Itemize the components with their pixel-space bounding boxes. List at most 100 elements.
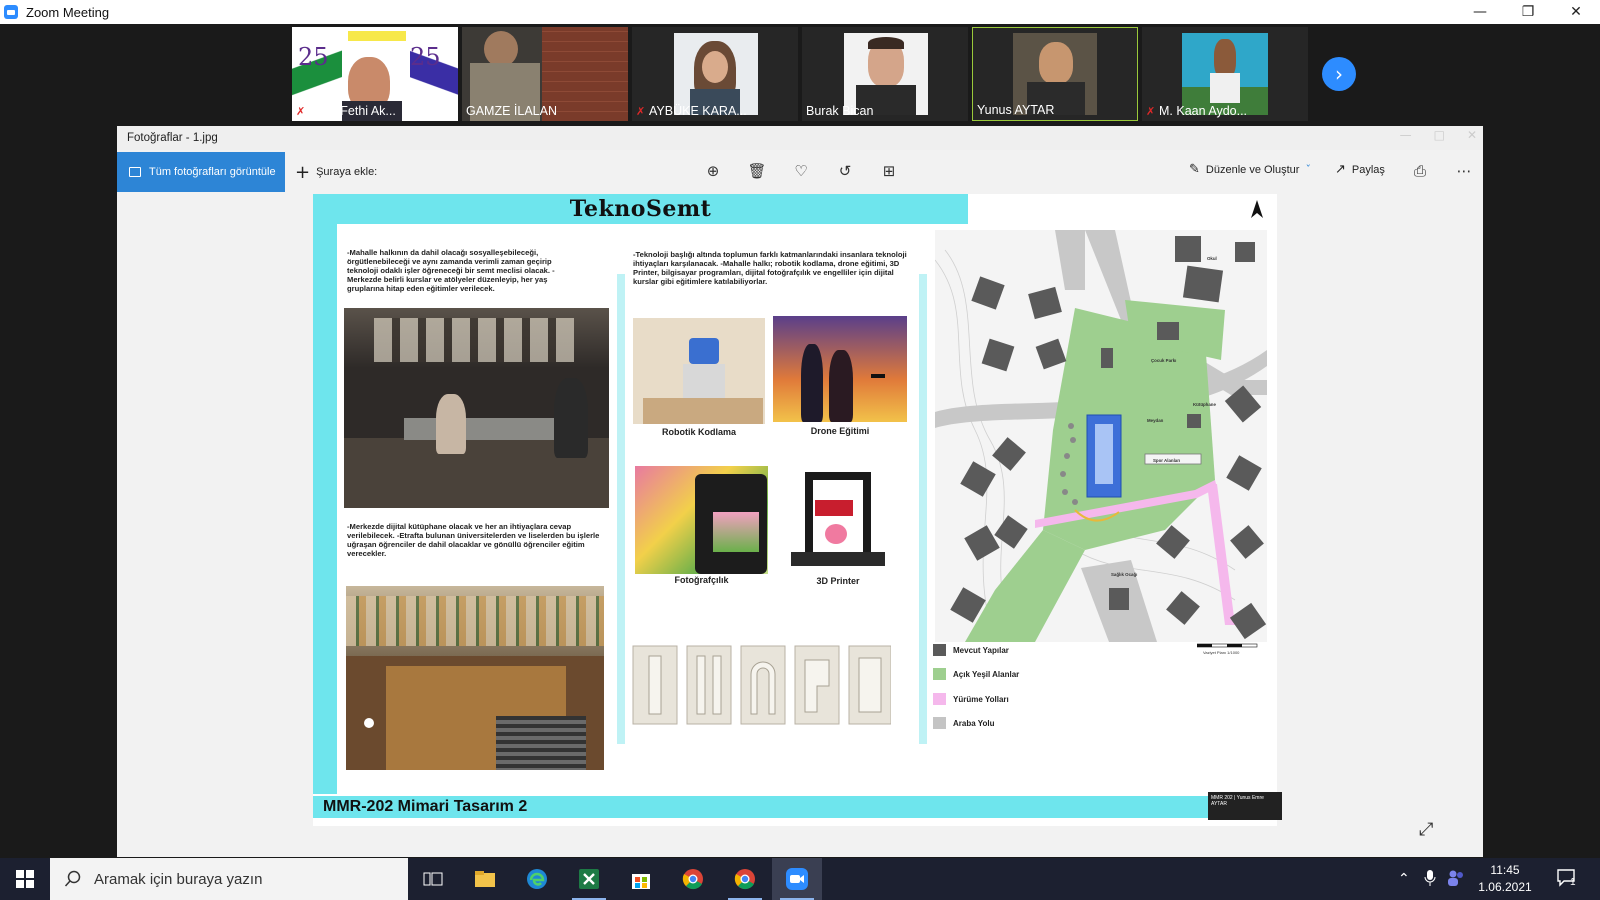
print-icon[interactable]: ⎙ bbox=[1409, 160, 1431, 182]
edge-browser-button[interactable] bbox=[512, 858, 562, 900]
drone-caption: Drone Eğitimi bbox=[810, 426, 870, 436]
participant-tile[interactable]: GAMZE İLALAN bbox=[462, 27, 628, 121]
action-center-button[interactable]: 1 bbox=[1556, 868, 1578, 888]
add-to-button[interactable]: + Şuraya ekle: bbox=[295, 152, 377, 192]
scale-bar bbox=[1197, 643, 1258, 648]
person-face bbox=[1039, 42, 1073, 84]
photography-photo bbox=[635, 466, 768, 574]
participant-strip: 25 25 ✗ Fatih Fethi Ak... GAMZE İLALAN ✗ A… bbox=[0, 24, 1600, 124]
chrome-icon bbox=[682, 869, 703, 890]
mic-muted-icon: ✗ bbox=[296, 105, 306, 118]
chevron-right-icon: › bbox=[1335, 62, 1343, 86]
poster-accent-bar bbox=[313, 224, 337, 794]
map-label-health-center: Sağlık Ocağı bbox=[1111, 572, 1137, 577]
chrome-button[interactable] bbox=[668, 858, 718, 900]
library-photo bbox=[346, 586, 604, 770]
legend-swatch bbox=[933, 644, 946, 656]
plus-icon: + bbox=[295, 161, 311, 183]
start-button[interactable] bbox=[0, 858, 50, 900]
legend-swatch bbox=[933, 693, 946, 705]
person-face bbox=[484, 31, 518, 67]
title-block-stamp: MMR 202 | Yunus Emre AYTAR bbox=[1208, 792, 1282, 820]
zoom-taskbar-button[interactable] bbox=[772, 858, 822, 900]
show-hidden-icons-button[interactable]: ⌃ bbox=[1398, 871, 1410, 887]
more-options-icon[interactable]: ⋯ bbox=[1453, 160, 1475, 182]
participant-name: ✗ Fatih Fethi Ak... bbox=[296, 104, 396, 118]
store-button[interactable] bbox=[616, 858, 666, 900]
robotics-caption: Robotik Kodlama bbox=[661, 427, 736, 437]
excel-button[interactable] bbox=[564, 858, 614, 900]
3d-printer-caption: 3D Printer bbox=[816, 576, 860, 586]
poster-title: TeknoSemt bbox=[569, 196, 712, 222]
windows-taskbar: Aramak için buraya yazın ⌃ 11:45 1.06.20… bbox=[0, 858, 1600, 900]
edit-create-button[interactable]: ✎ Düzenle ve Oluştur ˇ bbox=[1189, 162, 1311, 177]
legend-item: Araba Yolu bbox=[933, 717, 995, 729]
photos-close-button[interactable]: ✕ bbox=[1467, 128, 1477, 142]
zoom-window-title: Zoom Meeting bbox=[26, 4, 110, 20]
legend-item: Mevcut Yapılar bbox=[933, 644, 1009, 656]
store-icon bbox=[632, 874, 650, 889]
next-participants-button[interactable]: › bbox=[1322, 57, 1356, 91]
task-view-button[interactable] bbox=[408, 858, 458, 900]
poster-footer: MMR-202 Mimari Tasarım 2 bbox=[313, 796, 1208, 818]
view-all-photos-button[interactable]: Tüm fotoğrafları görüntüle bbox=[117, 152, 285, 192]
site-plan-map: Okul Sağlık Ocağı Meydan Çocuk Parkı Küt… bbox=[935, 230, 1267, 642]
participant-name: Burak Bican bbox=[806, 104, 874, 118]
mic-muted-icon: ✗ bbox=[636, 105, 646, 118]
poster-image: TeknoSemt -Mahalle halkının da dahil ola… bbox=[313, 194, 1282, 826]
taskbar-clock[interactable]: 11:45 1.06.2021 bbox=[1470, 862, 1540, 896]
restore-button[interactable]: ❐ bbox=[1504, 0, 1552, 24]
share-button[interactable]: ↗ Paylaş bbox=[1335, 162, 1385, 177]
banner-number: 25 bbox=[410, 43, 441, 71]
participant-tile[interactable]: Burak Bican bbox=[802, 27, 968, 121]
photos-toolbar: Tüm fotoğrafları görüntüle + Şuraya ekle… bbox=[117, 150, 1483, 194]
legend-item: Yürüme Yolları bbox=[933, 693, 1009, 705]
photos-maximize-button[interactable]: □ bbox=[1434, 128, 1445, 142]
participant-name: ✗ AYBÜKE KARA... bbox=[636, 104, 747, 118]
participant-name: ✗ M. Kaan Aydo... bbox=[1146, 104, 1248, 118]
taskbar-search-box[interactable]: Aramak için buraya yazın bbox=[50, 858, 408, 900]
north-arrow-icon bbox=[1251, 200, 1263, 218]
photos-minimize-button[interactable]: — bbox=[1400, 128, 1412, 142]
chrome-icon bbox=[734, 869, 755, 890]
windows-logo-icon bbox=[16, 870, 34, 888]
minimize-button[interactable]: — bbox=[1456, 0, 1504, 24]
banner-number: 25 bbox=[298, 43, 329, 71]
photos-titlebar: Fotoğraflar - 1.jpg — □ ✕ bbox=[117, 126, 1483, 150]
scale-label: Vaziyet Planı 1/1000 bbox=[1203, 650, 1240, 655]
poster-accent-bar bbox=[617, 274, 625, 744]
mic-muted-icon: ✗ bbox=[1146, 105, 1156, 118]
participant-tile[interactable]: ✗ M. Kaan Aydo... bbox=[1142, 27, 1308, 121]
edge-icon bbox=[527, 869, 547, 889]
participant-name: GAMZE İLALAN bbox=[466, 104, 557, 118]
map-label-library: Kütüphane bbox=[1193, 402, 1216, 407]
technology-text: -Teknoloji başlığı altında toplumun fark… bbox=[633, 250, 907, 286]
participant-tile[interactable]: ✗ AYBÜKE KARA... bbox=[632, 27, 798, 121]
3d-printer-photo bbox=[779, 466, 897, 572]
legend-swatch bbox=[933, 717, 946, 729]
zoom-icon bbox=[786, 868, 808, 890]
share-icon: ↗ bbox=[1335, 162, 1346, 177]
participant-tile-active-speaker[interactable]: Yunus AYTAR bbox=[972, 27, 1138, 121]
close-button[interactable]: ✕ bbox=[1552, 0, 1600, 24]
clock-time: 11:45 bbox=[1490, 863, 1520, 877]
crop-icon[interactable]: ⊞ bbox=[878, 160, 900, 182]
chrome-profile-button[interactable] bbox=[720, 858, 770, 900]
participant-name: Yunus AYTAR bbox=[977, 103, 1055, 117]
participant-tile[interactable]: 25 25 ✗ Fatih Fethi Ak... bbox=[292, 27, 458, 121]
course-label: MMR-202 Mimari Tasarım 2 bbox=[323, 798, 528, 815]
expand-fullscreen-icon[interactable]: ⤢ bbox=[1419, 819, 1439, 840]
map-label-school: Okul bbox=[1207, 256, 1217, 261]
task-view-icon bbox=[423, 872, 443, 886]
file-explorer-button[interactable] bbox=[460, 858, 510, 900]
notification-badge: 1 bbox=[1570, 877, 1576, 888]
map-label-square: Meydan bbox=[1147, 418, 1164, 423]
zoom-in-icon[interactable]: ⊕ bbox=[702, 160, 724, 182]
favorite-heart-icon[interactable]: ♡ bbox=[790, 160, 812, 182]
photography-caption: Fotoğrafçılık bbox=[674, 575, 729, 585]
microphone-icon[interactable] bbox=[1424, 869, 1436, 892]
clock-date: 1.06.2021 bbox=[1478, 880, 1532, 894]
rotate-icon[interactable]: ↺ bbox=[834, 160, 856, 182]
teams-people-icon[interactable] bbox=[1446, 869, 1466, 892]
delete-icon[interactable]: 🗑 bbox=[746, 160, 768, 182]
